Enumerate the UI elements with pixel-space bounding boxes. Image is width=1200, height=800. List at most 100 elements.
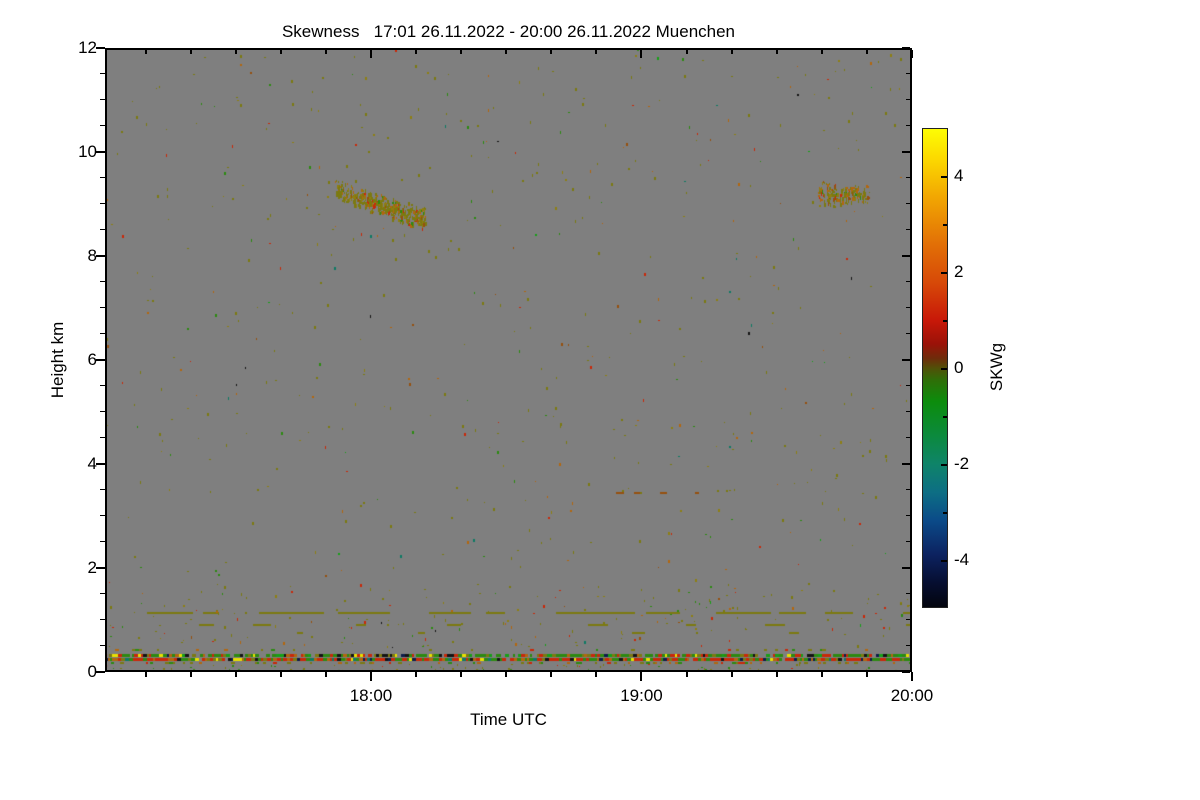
y-minor-tick <box>100 281 105 282</box>
colorbar-tick-label: 2 <box>954 262 964 281</box>
x-tick-label: 19:00 <box>620 686 663 705</box>
colorbar-tick-label: -4 <box>954 550 970 569</box>
x-minor-tick-top <box>820 50 823 54</box>
y-tick-label: 2 <box>87 558 97 577</box>
y-minor-tick-right <box>906 411 910 412</box>
x-minor-tick-top <box>234 50 237 54</box>
x-minor-tick <box>189 672 192 677</box>
y-minor-tick <box>100 385 105 386</box>
x-minor-tick-top <box>685 50 688 54</box>
x-minor-tick <box>505 672 508 677</box>
y-major-tick <box>96 567 105 569</box>
y-minor-tick-right <box>906 333 910 334</box>
y-minor-tick <box>100 515 105 516</box>
x-major-tick-top <box>911 50 913 58</box>
x-minor-tick-top <box>460 50 463 54</box>
x-minor-tick-top <box>505 50 508 54</box>
y-minor-tick <box>100 73 105 74</box>
x-minor-tick-top <box>550 50 553 54</box>
y-major-tick-right <box>902 47 910 49</box>
x-minor-tick <box>144 672 147 677</box>
x-major-tick <box>640 672 643 681</box>
x-minor-tick <box>460 672 463 677</box>
y-minor-tick-right <box>906 177 910 178</box>
colorbar-major-tick <box>941 176 947 178</box>
x-minor-tick <box>730 672 733 677</box>
x-minor-tick <box>820 672 823 677</box>
y-major-tick <box>96 359 105 361</box>
y-major-tick <box>96 255 105 257</box>
y-tick-label: 8 <box>87 246 97 265</box>
colorbar-minor-tick <box>943 224 947 226</box>
colorbar-title: SKWg <box>987 342 1006 392</box>
x-minor-tick-top <box>415 50 418 54</box>
x-tick-label: 20:00 <box>890 686 934 705</box>
x-axis-label: Time UTC <box>470 710 547 729</box>
x-minor-tick <box>415 672 418 677</box>
y-major-tick <box>96 47 105 49</box>
y-tick-label: 12 <box>78 38 97 57</box>
y-minor-tick <box>100 645 105 646</box>
y-minor-tick <box>100 203 105 204</box>
y-minor-tick <box>100 619 105 620</box>
colorbar-major-tick <box>941 368 947 370</box>
colorbar-tick-label: -2 <box>954 454 970 473</box>
x-minor-tick <box>234 672 237 677</box>
y-minor-tick <box>100 411 105 412</box>
y-minor-tick <box>100 125 105 126</box>
y-minor-tick <box>100 593 105 594</box>
y-major-tick-right <box>902 255 910 257</box>
y-minor-tick-right <box>906 281 910 282</box>
colorbar <box>922 128 948 608</box>
x-minor-tick-top <box>324 50 327 54</box>
y-major-tick <box>96 463 105 465</box>
y-minor-tick <box>100 229 105 230</box>
y-major-tick-right <box>902 151 910 153</box>
x-minor-tick <box>550 672 553 677</box>
y-minor-tick <box>100 489 105 490</box>
y-minor-tick-right <box>906 99 910 100</box>
colorbar-minor-tick <box>943 416 947 418</box>
y-axis-label: Height km <box>48 321 67 399</box>
colorbar-major-tick <box>941 272 947 274</box>
skewness-quicklook-figure: Skewness 17:01 26.11.2022 - 20:00 26.11.… <box>0 0 1200 800</box>
y-minor-tick <box>100 99 105 100</box>
colorbar-major-tick <box>941 560 947 562</box>
y-minor-tick-right <box>906 73 910 74</box>
y-minor-tick-right <box>906 593 910 594</box>
y-minor-tick-right <box>906 307 910 308</box>
x-major-tick-top <box>369 50 372 58</box>
x-minor-tick-top <box>775 50 778 54</box>
y-minor-tick-right <box>906 489 910 490</box>
colorbar-minor-tick <box>943 320 947 322</box>
plot-title: Skewness 17:01 26.11.2022 - 20:00 26.11.… <box>281 22 736 41</box>
x-minor-tick <box>324 672 327 677</box>
x-minor-tick <box>865 672 868 677</box>
y-minor-tick-right <box>906 125 910 126</box>
y-minor-tick-right <box>906 437 910 438</box>
skewness-heatmap-canvas <box>105 48 912 672</box>
x-minor-tick-top <box>189 50 192 54</box>
y-tick-label: 4 <box>87 454 97 473</box>
y-minor-tick-right <box>906 541 910 542</box>
y-major-tick-right <box>902 359 910 361</box>
y-tick-label: 0 <box>87 662 97 681</box>
x-minor-tick-top <box>595 50 598 54</box>
y-minor-tick <box>100 307 105 308</box>
y-minor-tick-right <box>906 385 910 386</box>
y-tick-label: 10 <box>78 142 97 161</box>
x-minor-tick-top <box>730 50 733 54</box>
y-minor-tick <box>100 541 105 542</box>
colorbar-minor-tick <box>943 512 947 514</box>
x-minor-tick-top <box>144 50 147 54</box>
y-minor-tick-right <box>906 645 910 646</box>
y-minor-tick <box>100 177 105 178</box>
y-major-tick-right <box>902 671 910 673</box>
x-tick-label: 18:00 <box>349 686 393 705</box>
y-minor-tick-right <box>906 619 910 620</box>
colorbar-tick-label: 4 <box>954 166 964 185</box>
y-minor-tick <box>100 437 105 438</box>
y-minor-tick-right <box>906 229 910 230</box>
y-major-tick-right <box>902 463 910 465</box>
x-major-tick <box>911 672 913 681</box>
